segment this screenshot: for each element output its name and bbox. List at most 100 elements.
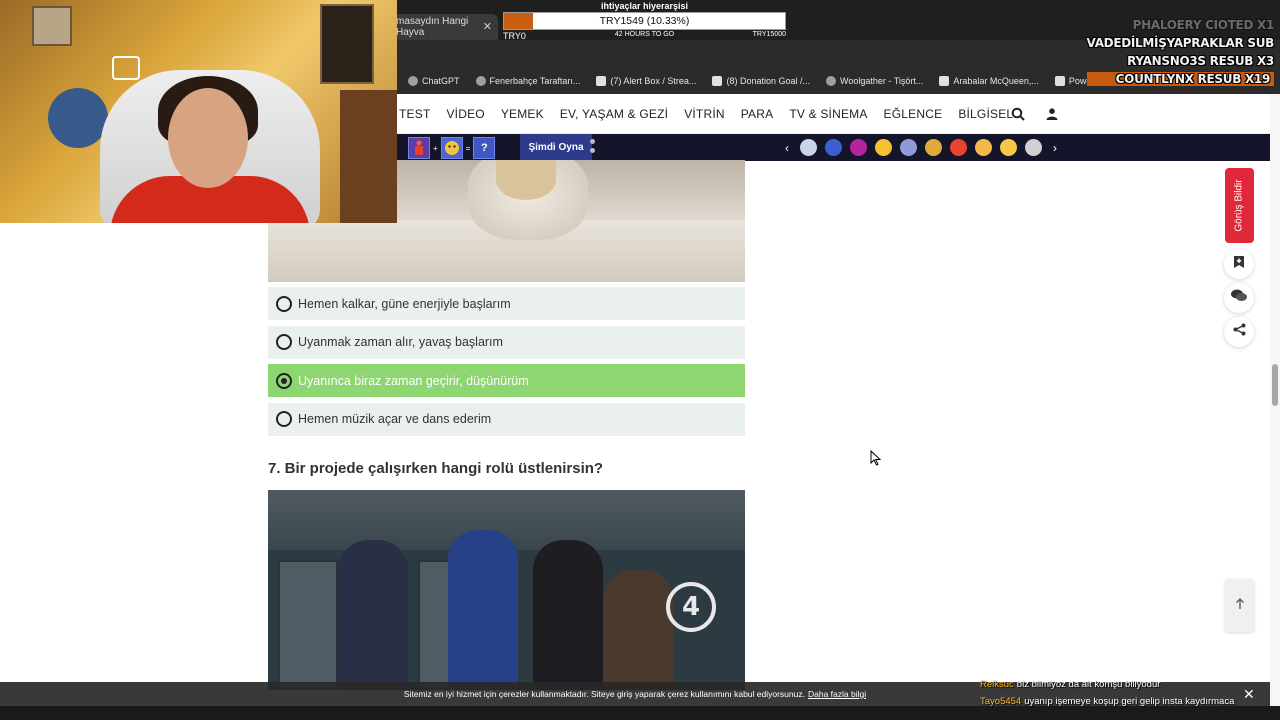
chat-text: uyanıp işemeye koşup geri gelip insta ka…: [1024, 696, 1235, 707]
radio-icon: [276, 295, 292, 312]
answer-options: Hemen kalkar, güne enerjiyle başlarım Uy…: [268, 287, 745, 441]
puzzle-tile-emoji: [440, 137, 463, 159]
channel-4-logo: 4: [666, 582, 716, 632]
game-promo-strip: + = ? Şimdi Oyna ‹ ›: [396, 134, 1270, 161]
emoji-reaction-icon[interactable]: [1025, 139, 1042, 156]
wall-frame: [32, 6, 72, 46]
twitch-neon-icon: [112, 56, 140, 80]
play-now-button[interactable]: Şimdi Oyna: [520, 134, 592, 161]
donation-time-left: 42 HOURS TO GO: [614, 31, 675, 38]
chevron-left-icon[interactable]: ‹: [782, 141, 792, 155]
emoji-reaction-icon[interactable]: [975, 139, 992, 156]
emoji-reaction-icon[interactable]: [825, 139, 842, 156]
emoji-reaction-icon[interactable]: [900, 139, 917, 156]
bookmark-donation-goal[interactable]: (8) Donation Goal /...: [712, 76, 810, 86]
wall-poster: [320, 4, 374, 84]
bookmark-label: Fenerbahçe Taraftarı...: [489, 76, 581, 86]
bookmark-label: ChatGPT: [422, 76, 460, 86]
tab-close-icon[interactable]: ✕: [483, 20, 492, 33]
nav-video[interactable]: VİDEO: [446, 107, 484, 121]
radio-icon: [276, 334, 292, 350]
emoji-reaction-icon[interactable]: [875, 139, 892, 156]
chat-message: Tayo5454 uyanıp işemeye koşup geri gelip …: [980, 693, 1280, 710]
feedback-label: Görüş Bildir: [1234, 179, 1245, 232]
answer-option-selected[interactable]: Uyanınca biraz zaman geçirir, düşünürüm: [268, 364, 745, 397]
nav-eglence[interactable]: EĞLENCE: [884, 107, 943, 121]
bookmark-chatgpt[interactable]: ChatGPT: [408, 76, 460, 86]
emoji-reaction-icon[interactable]: [850, 139, 867, 156]
bookmark-label: (7) Alert Box / Strea...: [610, 76, 697, 86]
share-icon: [1233, 323, 1246, 341]
scroll-to-top-button[interactable]: [1225, 579, 1254, 632]
chat-username: Reiksuc: [980, 679, 1014, 690]
streamlabs-icon: [712, 76, 723, 86]
puzzle-tile-question: ?: [473, 137, 496, 159]
alert-item: COUNTLYNX RESUB X19: [1086, 72, 1274, 86]
emoji-reaction-icon[interactable]: [800, 139, 817, 156]
chatgpt-icon: [408, 76, 418, 86]
comments-button[interactable]: [1224, 283, 1254, 313]
arrow-up-icon: [1235, 597, 1245, 615]
header-actions: [1010, 94, 1060, 134]
emoji-reaction-icon[interactable]: [925, 139, 942, 156]
nav-yemek[interactable]: YEMEK: [501, 107, 544, 121]
question-image-celebration: 4: [268, 490, 745, 690]
bookmark-alert-box[interactable]: (7) Alert Box / Strea...: [596, 76, 696, 86]
puzzle-tile-person: [408, 137, 430, 159]
donation-value: TRY1549 (10.33%): [599, 15, 690, 27]
share-button[interactable]: [1224, 317, 1254, 347]
scrollbar-thumb[interactable]: [1272, 364, 1278, 406]
answer-option[interactable]: Hemen müzik açar ve dans ederim: [268, 402, 745, 436]
nav-test[interactable]: TEST: [399, 107, 430, 121]
more-dots-icon[interactable]: [590, 139, 596, 157]
nav-tv-sinema[interactable]: TV & SİNEMA: [789, 107, 867, 121]
alert-item: PHALOERY CIOTED X1: [1132, 18, 1275, 32]
site-icon: [939, 76, 950, 86]
donation-goal-widget: ihtiyaçlar hiyerarşisi TRY1549 (10.33%) …: [503, 0, 786, 41]
answer-option[interactable]: Uyanmak zaman alır, yavaş başlarım: [268, 325, 745, 359]
site-icon: [1054, 76, 1065, 86]
chevron-right-icon[interactable]: ›: [1050, 141, 1060, 155]
answer-label: Uyanmak zaman alır, yavaş başlarım: [298, 335, 503, 349]
nav-vitrin[interactable]: VİTRİN: [684, 107, 725, 121]
answer-label: Hemen kalkar, güne enerjiyle başlarım: [298, 296, 511, 311]
bookmark-label: (8) Donation Goal /...: [726, 76, 810, 86]
chat-message: Reiksuc biz bilmiyoz da alt komşu biliyod…: [980, 676, 1280, 693]
bookmark-label: Woolgather - Tişört...: [840, 76, 924, 86]
mouse-cursor-icon: [870, 449, 882, 471]
emoji-reaction-icon[interactable]: [950, 139, 967, 156]
bookmark-arabalar[interactable]: Arabalar McQueen,...: [939, 76, 1039, 86]
nav-ev-yasam-gezi[interactable]: EV, YAŞAM & GEZİ: [560, 107, 668, 121]
cookie-more-link[interactable]: Daha fazla bilgi: [808, 689, 866, 699]
browser-tab[interactable]: masaydın Hangi Hayva ✕: [380, 14, 498, 40]
user-icon[interactable]: [1044, 106, 1060, 122]
question-title: 7. Bir projede çalışırken hangi rolü üst…: [268, 460, 604, 477]
stream-alerts: PHALOERY CIOTED X1 VADEDİLMİŞYAPRAKLAR S…: [1086, 18, 1275, 90]
alert-item: VADEDİLMİŞYAPRAKLAR SUB: [1086, 36, 1275, 50]
puzzle-preview: + = ?: [408, 137, 496, 159]
radio-checked-icon: [276, 372, 292, 389]
search-icon[interactable]: [1010, 106, 1026, 122]
nav-bilgisel[interactable]: BİLGİSEL: [958, 107, 1013, 121]
answer-option[interactable]: Hemen kalkar, güne enerjiyle başlarım: [268, 287, 745, 320]
answer-label: Uyanınca biraz zaman geçirir, düşünürüm: [298, 373, 529, 388]
alert-item: RYANSNO3S RESUB X3: [1127, 54, 1274, 68]
emoji-reaction-icon[interactable]: [1000, 139, 1017, 156]
site-icon: [475, 76, 486, 86]
bookmark-fenerbahce[interactable]: Fenerbahçe Taraftarı...: [475, 76, 581, 86]
donation-title: ihtiyaçlar hiyerarşisi: [600, 1, 689, 11]
site-icon: [826, 76, 836, 86]
radio-icon: [276, 411, 292, 427]
bookmark-add-button[interactable]: [1224, 249, 1254, 279]
streamlabs-icon: [596, 76, 607, 86]
bookmark-woolgather[interactable]: Woolgather - Tişört...: [826, 76, 923, 86]
cookie-text: Sitemiz en iyi hizmet için çerezler kull…: [403, 689, 805, 699]
feedback-button[interactable]: Görüş Bildir: [1225, 168, 1254, 243]
emoji-reactions: ‹ ›: [782, 134, 1060, 161]
webcam-overlay: [0, 0, 397, 223]
plush-toy: [48, 88, 108, 148]
streamer: [168, 88, 248, 188]
page-scrollbar[interactable]: [1270, 94, 1280, 706]
chat-username: Tayo5454: [980, 696, 1022, 707]
nav-para[interactable]: PARA: [741, 107, 774, 121]
